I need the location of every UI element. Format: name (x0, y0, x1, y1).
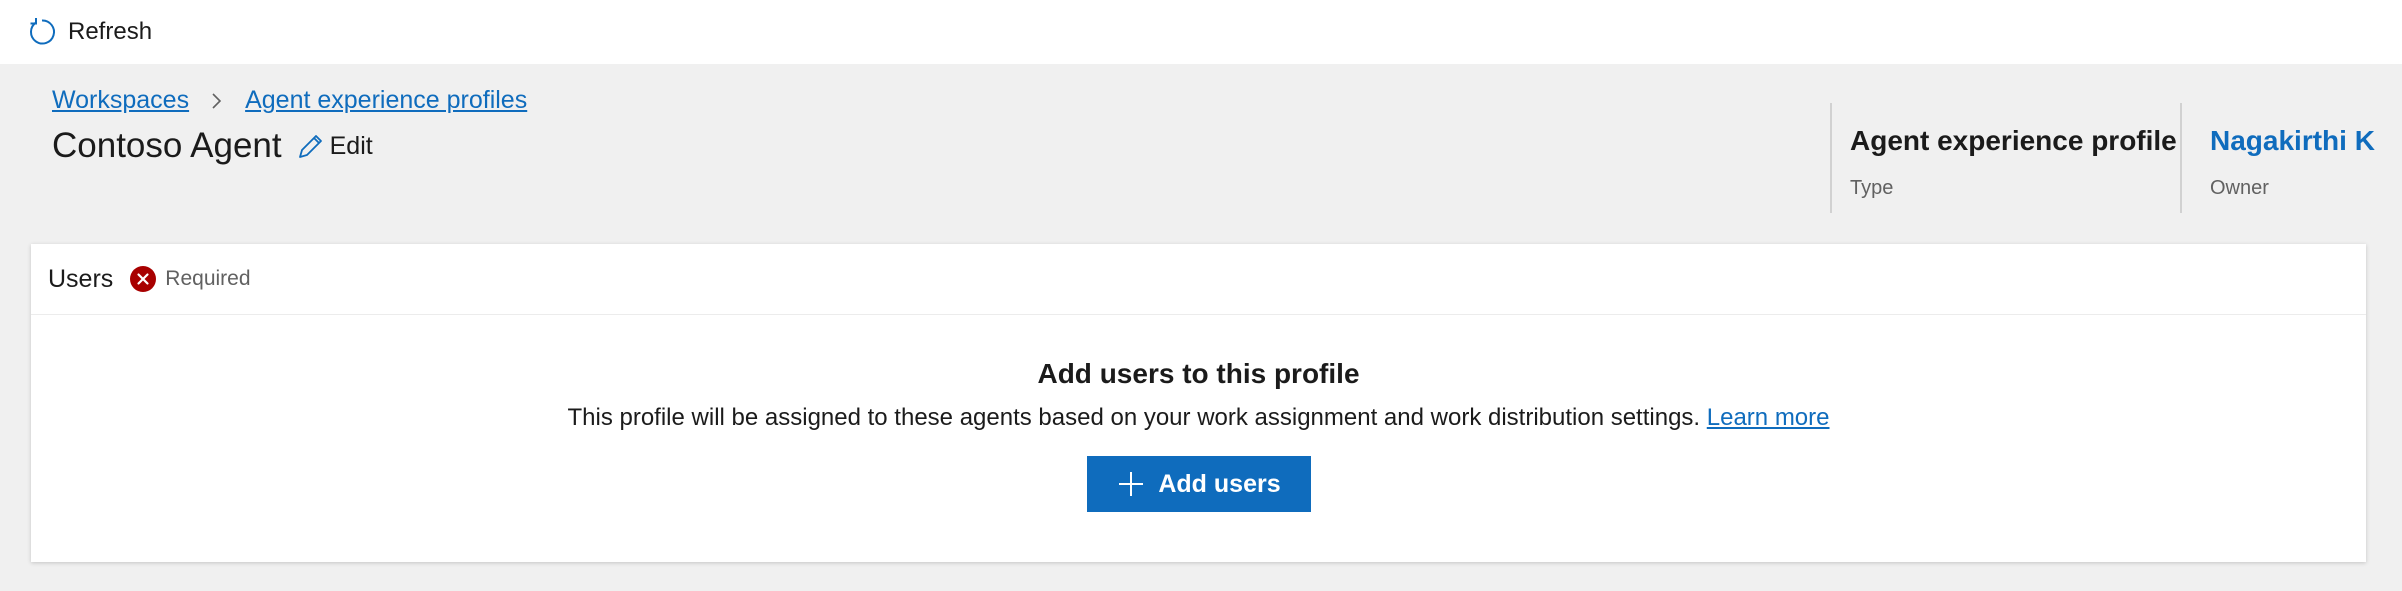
page-title: Contoso Agent (52, 126, 282, 165)
refresh-icon (30, 18, 55, 45)
users-card: Users Required Add users to this profile… (31, 244, 2366, 562)
learn-more-link[interactable]: Learn more (1707, 404, 1830, 431)
breadcrumb-agent-experience-profiles[interactable]: Agent experience profiles (245, 86, 527, 115)
empty-state: Add users to this profile This profile w… (31, 358, 2366, 512)
owner-info: Nagakirthi K Owner (2180, 103, 2380, 213)
required-status-label: Required (165, 267, 251, 290)
command-bar: Refresh (0, 0, 2402, 64)
breadcrumb: Workspaces Agent experience profiles (52, 86, 527, 115)
refresh-label: Refresh (68, 18, 153, 45)
error-circle-icon (130, 266, 157, 292)
pencil-icon (298, 135, 322, 158)
breadcrumb-workspaces[interactable]: Workspaces (52, 86, 189, 115)
owner-link[interactable]: Nagakirthi K (2210, 125, 2380, 157)
refresh-button[interactable]: Refresh (18, 10, 160, 54)
profile-type-label: Type (1850, 177, 1894, 199)
plus-icon (1119, 472, 1144, 496)
profile-type-info: Agent experience profile Type (1830, 103, 2180, 213)
title-row: Contoso Agent Edit (52, 126, 373, 166)
profile-type-value: Agent experience profile (1850, 125, 2177, 156)
chevron-right-icon (207, 91, 227, 111)
owner-label: Owner (2210, 177, 2269, 199)
add-users-button[interactable]: Add users (1086, 456, 1311, 512)
edit-label: Edit (329, 131, 373, 160)
empty-state-text: This profile will be assigned to these a… (567, 404, 1707, 431)
users-card-header: Users Required (31, 244, 2366, 315)
empty-state-description: This profile will be assigned to these a… (31, 404, 2366, 432)
users-card-title: Users (48, 264, 114, 293)
empty-state-title: Add users to this profile (1037, 358, 1360, 389)
edit-button[interactable]: Edit (296, 131, 373, 161)
add-users-label: Add users (1158, 469, 1281, 498)
